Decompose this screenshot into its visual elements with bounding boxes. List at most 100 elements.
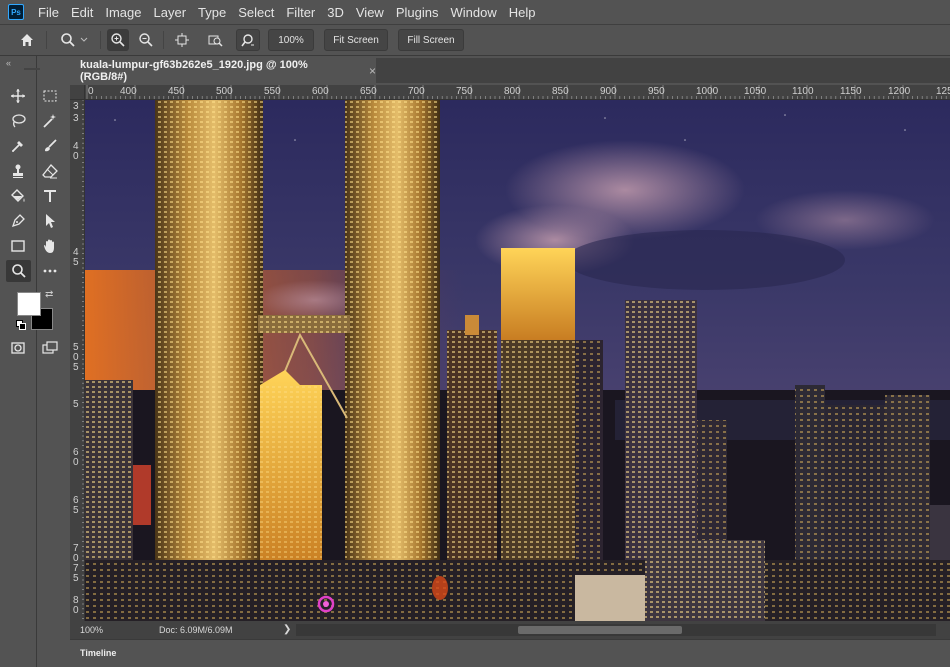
status-zoom[interactable]: 100%: [80, 625, 103, 635]
eyedropper-tool[interactable]: [7, 136, 29, 156]
menu-layer[interactable]: Layer: [148, 5, 193, 20]
ruler-label: 750: [456, 86, 473, 97]
rectangular-marquee-tool[interactable]: [39, 86, 61, 106]
path-selection-tool[interactable]: [39, 211, 61, 231]
scrollbar-thumb[interactable]: [518, 626, 682, 634]
type-tool[interactable]: [39, 186, 61, 206]
fill-screen-button[interactable]: Fill Screen: [398, 29, 464, 51]
menu-filter[interactable]: Filter: [280, 5, 321, 20]
scrubby-zoom-icon: [241, 34, 254, 47]
move-icon: [11, 89, 25, 103]
magic-wand-icon: [43, 114, 56, 128]
timeline-panel: Timeline: [70, 639, 950, 667]
tools-panel: « ⇄: [0, 56, 58, 667]
eyedropper-icon: [12, 141, 23, 152]
menu-edit[interactable]: Edit: [65, 5, 99, 20]
menu-window[interactable]: Window: [444, 5, 502, 20]
ruler-label: 5: [73, 399, 79, 410]
lasso-tool[interactable]: [7, 111, 29, 131]
quick-mask-button[interactable]: [7, 338, 29, 358]
ruler-label: 5: [73, 362, 79, 373]
foreground-color-swatch[interactable]: [17, 292, 41, 316]
screen-mode-icon: [42, 341, 58, 354]
lasso-icon: [12, 114, 26, 128]
menu-select[interactable]: Select: [232, 5, 280, 20]
zoom-tool-preset-picker[interactable]: [56, 29, 92, 51]
ruler-label: 450: [168, 86, 185, 97]
separator: [100, 31, 101, 49]
eraser-tool[interactable]: [39, 161, 61, 181]
document-tab[interactable]: kuala-lumpur-gf63b262e5_1920.jpg @ 100% …: [70, 58, 376, 83]
ruler-label: 950: [648, 86, 665, 97]
menu-view[interactable]: View: [350, 5, 390, 20]
toolbar-grip[interactable]: [24, 68, 40, 70]
ruler-label: 1050: [744, 86, 767, 97]
horizontal-scrollbar[interactable]: [296, 624, 936, 636]
menu-help[interactable]: Help: [503, 5, 542, 20]
document-tab-title: kuala-lumpur-gf63b262e5_1920.jpg @ 100% …: [80, 58, 308, 83]
brush-icon: [45, 139, 57, 152]
menu-type[interactable]: Type: [192, 5, 232, 20]
resize-windows-button[interactable]: [171, 29, 193, 51]
collapse-toolbar-icon[interactable]: «: [6, 58, 11, 68]
menu-3d[interactable]: 3D: [321, 5, 350, 20]
status-menu-arrow[interactable]: ❯: [283, 624, 291, 635]
hand-tool[interactable]: [39, 236, 61, 256]
paint-bucket-tool[interactable]: [7, 186, 29, 206]
zoom-in-icon: [111, 33, 125, 47]
zoom-all-windows-icon: [208, 35, 223, 47]
stamp-icon: [13, 164, 23, 178]
magic-wand-tool[interactable]: [39, 111, 61, 131]
zoom-out-button[interactable]: [135, 29, 157, 51]
zoom-tool[interactable]: [6, 260, 31, 282]
horizontal-ruler[interactable]: 0 400 450 500 550 600 650 700 750 800 85…: [85, 85, 950, 100]
edit-toolbar-button[interactable]: [39, 261, 61, 281]
screen-mode-button[interactable]: [39, 338, 61, 358]
pen-tool[interactable]: [7, 211, 29, 231]
menu-plugins[interactable]: Plugins: [390, 5, 445, 20]
pen-icon: [11, 214, 25, 228]
clone-stamp-tool[interactable]: [7, 161, 29, 181]
ruler-label: 0: [73, 457, 79, 468]
menu-file[interactable]: File: [32, 5, 65, 20]
vertical-ruler[interactable]: 3 3 4 0 4 5 5 0 5 5 6 0 6 5 7 0 7 5 8 0: [70, 100, 85, 621]
ruler-label: 1150: [840, 86, 862, 97]
home-button[interactable]: [16, 29, 38, 51]
move-tool[interactable]: [7, 86, 29, 106]
hand-icon: [44, 239, 54, 253]
close-icon[interactable]: ×: [369, 64, 376, 78]
zoom-all-windows-button[interactable]: [204, 29, 226, 51]
ruler-label: 850: [552, 86, 569, 97]
timeline-tab[interactable]: Timeline: [80, 648, 116, 658]
zoom-percent-button[interactable]: 100%: [268, 29, 314, 51]
city-photo: [85, 100, 950, 621]
zoom-out-icon: [139, 33, 153, 47]
ruler-label: 5: [73, 505, 79, 516]
document-canvas[interactable]: [85, 100, 950, 621]
default-colors-icon[interactable]: [16, 320, 26, 330]
fit-screen-button[interactable]: Fit Screen: [324, 29, 388, 51]
ruler-label: 900: [600, 86, 617, 97]
ruler-label: 3: [73, 113, 79, 124]
swap-colors-icon[interactable]: ⇄: [45, 289, 53, 300]
document-tab-bar: kuala-lumpur-gf63b262e5_1920.jpg @ 100% …: [70, 58, 950, 83]
cursor-arrow-icon: [46, 214, 55, 228]
chevron-down-icon: [80, 37, 88, 42]
ruler-label: 550: [264, 86, 281, 97]
ruler-label: 400: [120, 86, 137, 97]
brush-tool[interactable]: [39, 136, 61, 156]
status-bar: 100% Doc: 6.09M/6.09M ❯: [70, 621, 950, 639]
ruler-origin[interactable]: [70, 85, 85, 100]
ruler-label: 5: [73, 573, 79, 584]
rectangle-icon: [11, 240, 25, 252]
zoom-in-button[interactable]: [107, 29, 129, 51]
menu-image[interactable]: Image: [99, 5, 147, 20]
ruler-label: 5: [73, 257, 79, 268]
scrubby-zoom-button[interactable]: [236, 29, 260, 51]
options-bar: 100% Fit Screen Fill Screen: [0, 24, 950, 56]
separator: [46, 31, 47, 49]
magnifier-icon: [61, 33, 75, 47]
rectangle-tool[interactable]: [7, 236, 29, 256]
ruler-label: 650: [360, 86, 377, 97]
ruler-label: 1100: [792, 86, 814, 97]
